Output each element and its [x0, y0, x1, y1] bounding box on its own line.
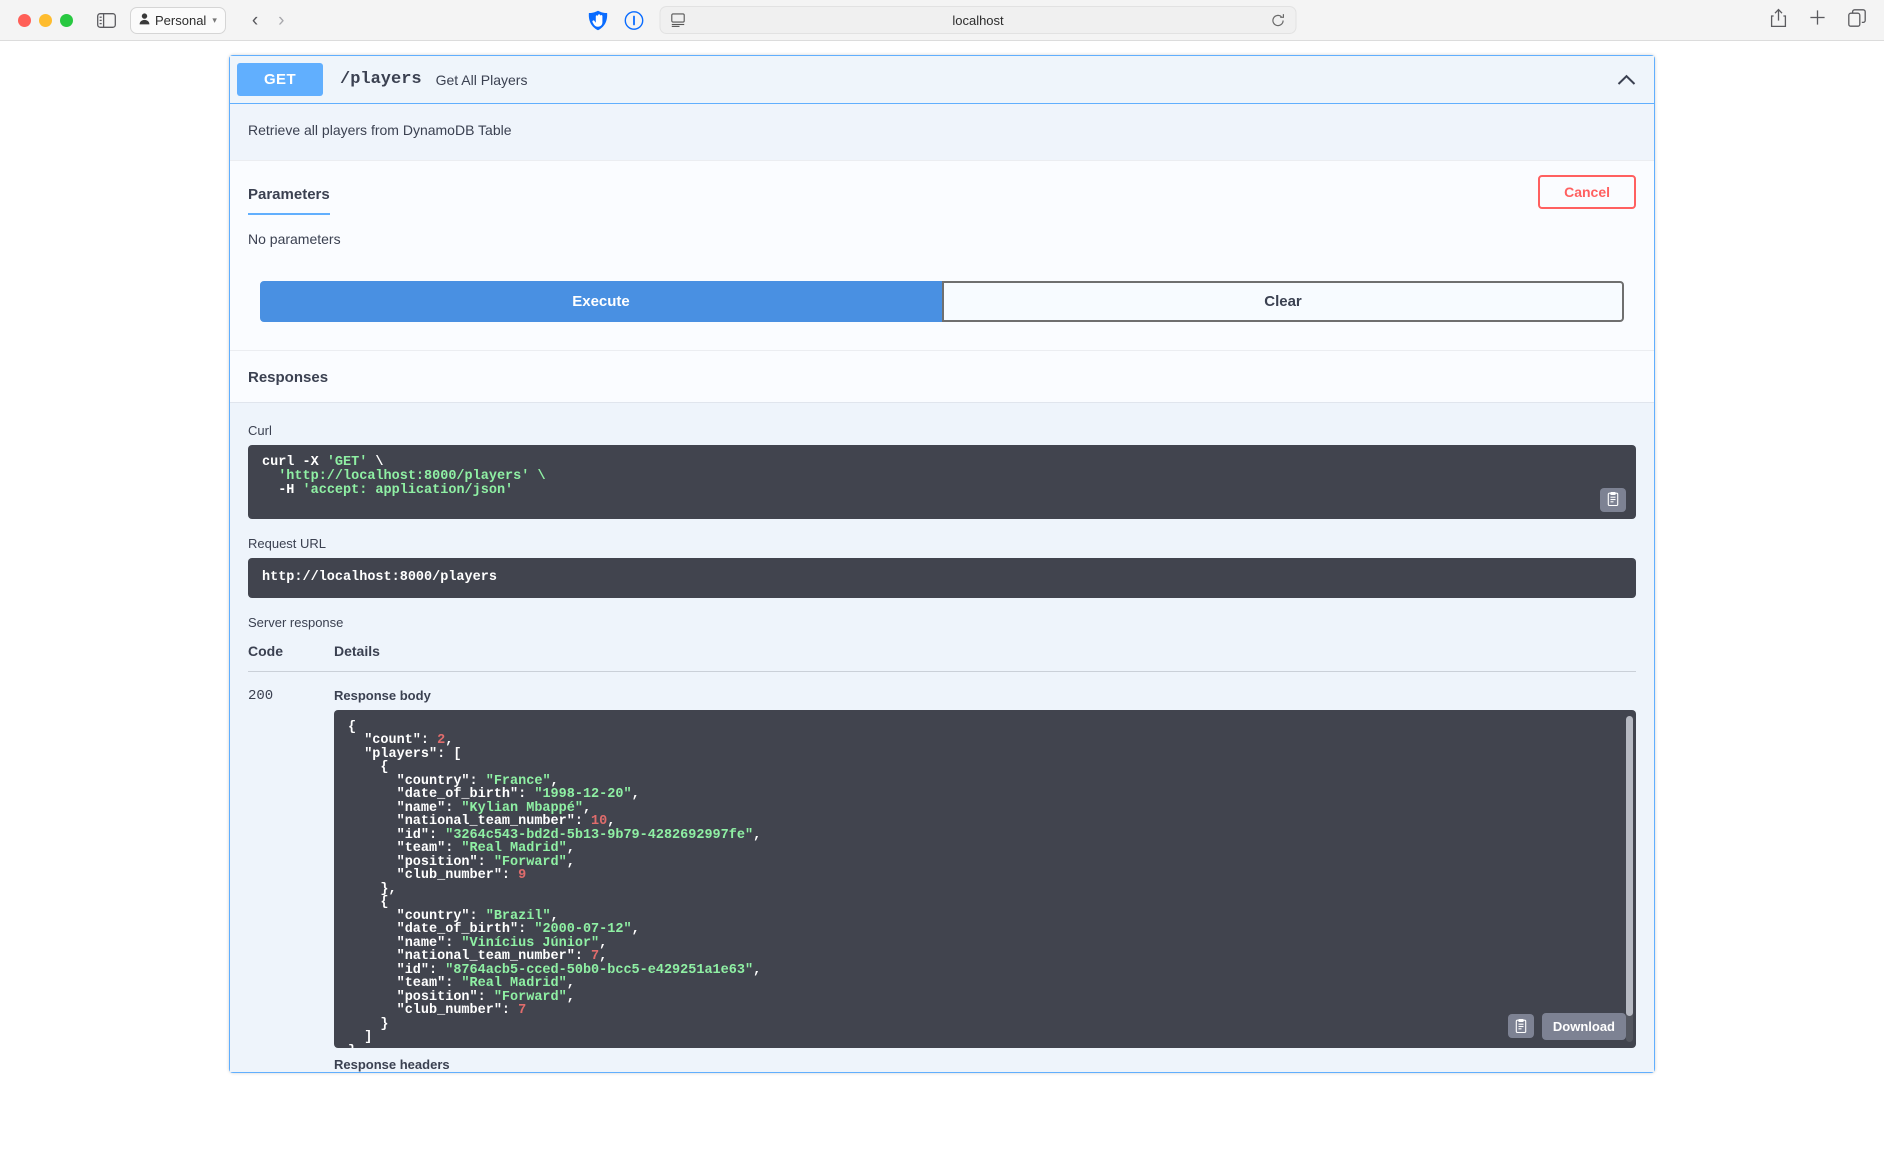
operation-summary-text: Get All Players [435, 71, 528, 88]
back-arrow-icon[interactable]: ‹ [252, 11, 258, 30]
response-body-actions: Download [1507, 1012, 1626, 1040]
responses-header-panel: Responses [230, 350, 1654, 402]
operation-summary-header[interactable]: GET /players Get All Players [230, 56, 1654, 104]
navigation-arrows: ‹ › [252, 11, 285, 30]
download-button[interactable]: Download [1541, 1012, 1626, 1040]
curl-line-1-prefix: curl -X [262, 455, 327, 470]
status-code-value: 200 [248, 687, 274, 704]
chevron-up-icon[interactable] [1617, 74, 1636, 86]
operation-path: /players [340, 70, 422, 89]
copy-to-clipboard-icon[interactable] [1507, 1014, 1534, 1039]
person-icon [139, 12, 150, 28]
request-url-value: http://localhost:8000/players [248, 557, 1636, 598]
request-url-label: Request URL [248, 535, 327, 551]
response-body-scrollbar[interactable] [1626, 715, 1633, 1042]
swagger-ui-page: GET /players Get All Players Retrieve al… [0, 41, 1884, 1149]
operation-block-get-players: GET /players Get All Players Retrieve al… [229, 55, 1655, 1073]
server-response-label: Server response [248, 614, 344, 630]
tab-overview-icon[interactable] [1848, 8, 1866, 32]
curl-line-3-prefix: -H [262, 483, 303, 499]
parameters-section: Parameters Cancel No parameters Execute … [230, 160, 1654, 350]
operation-body: Retrieve all players from DynamoDB Table… [230, 104, 1654, 1072]
execute-clear-row: Execute Clear [260, 281, 1624, 350]
curl-label: Curl [248, 423, 272, 438]
info-icon[interactable] [624, 10, 644, 30]
responses-content: Curl curl -X 'GET' \ 'http://localhost:8… [230, 402, 1654, 1072]
response-body-json: { "count": 2, "players": [ { "country": … [348, 719, 762, 1047]
url-text: localhost [952, 12, 1004, 28]
curl-line-3-value: 'accept: application/json' [302, 483, 514, 499]
response-details: Response body { "count": 2, "players": [… [334, 688, 1636, 1072]
share-icon[interactable] [1770, 8, 1787, 33]
response-row-200: 200 Response body { "count": 2, "players… [248, 672, 1636, 1072]
window-traffic-lights [18, 13, 73, 27]
parameters-header: Parameters Cancel [230, 161, 1654, 215]
forward-arrow-icon[interactable]: › [278, 11, 284, 30]
clear-button[interactable]: Clear [942, 281, 1624, 322]
curl-code-block: curl -X 'GET' \ 'http://localhost:8000/p… [248, 445, 1636, 519]
reload-icon[interactable] [1271, 13, 1286, 28]
browser-right-actions [1770, 8, 1870, 33]
plus-icon[interactable] [1809, 9, 1826, 31]
curl-line-1-suffix: \ [367, 455, 384, 470]
sidebar-toggle-icon[interactable] [97, 12, 116, 28]
parameters-tab[interactable]: Parameters [248, 186, 330, 215]
responses-title: Responses [248, 369, 329, 386]
close-window-button[interactable] [18, 13, 31, 27]
execute-button[interactable]: Execute [260, 281, 942, 322]
column-header-code: Code [248, 642, 283, 659]
maximize-window-button[interactable] [60, 13, 73, 27]
response-headers-label: Response headers [334, 1056, 450, 1072]
minimize-window-button[interactable] [39, 13, 52, 27]
copy-to-clipboard-icon[interactable] [1600, 487, 1626, 512]
response-body-label: Response body [334, 687, 431, 703]
cancel-button[interactable]: Cancel [1538, 175, 1636, 209]
curl-line-1-method: 'GET' [326, 455, 368, 470]
http-method-badge: GET [237, 63, 323, 96]
chevron-down-icon: ▾ [212, 14, 217, 25]
profile-label: Personal [155, 12, 207, 28]
parameters-empty-text: No parameters [248, 231, 341, 247]
shield-icon[interactable] [588, 10, 609, 31]
profile-selector[interactable]: Personal ▾ [130, 6, 226, 34]
address-bar[interactable]: localhost [659, 6, 1297, 34]
scrollbar-thumb[interactable] [1626, 715, 1633, 1016]
operation-description: Retrieve all players from DynamoDB Table [248, 122, 512, 138]
operation-block-wrapper: GET /players Get All Players Retrieve al… [229, 55, 1655, 1073]
reader-view-icon[interactable] [671, 13, 686, 27]
column-header-details: Details [334, 642, 380, 659]
browser-center-group: localhost [588, 6, 1297, 34]
curl-line-2: 'http://localhost:8000/players' \ [262, 469, 546, 485]
response-body-box: { "count": 2, "players": [ { "country": … [334, 709, 1636, 1048]
response-table-header: Code Details [248, 637, 1636, 672]
browser-toolbar: Personal ▾ ‹ › localhost [0, 0, 1884, 41]
